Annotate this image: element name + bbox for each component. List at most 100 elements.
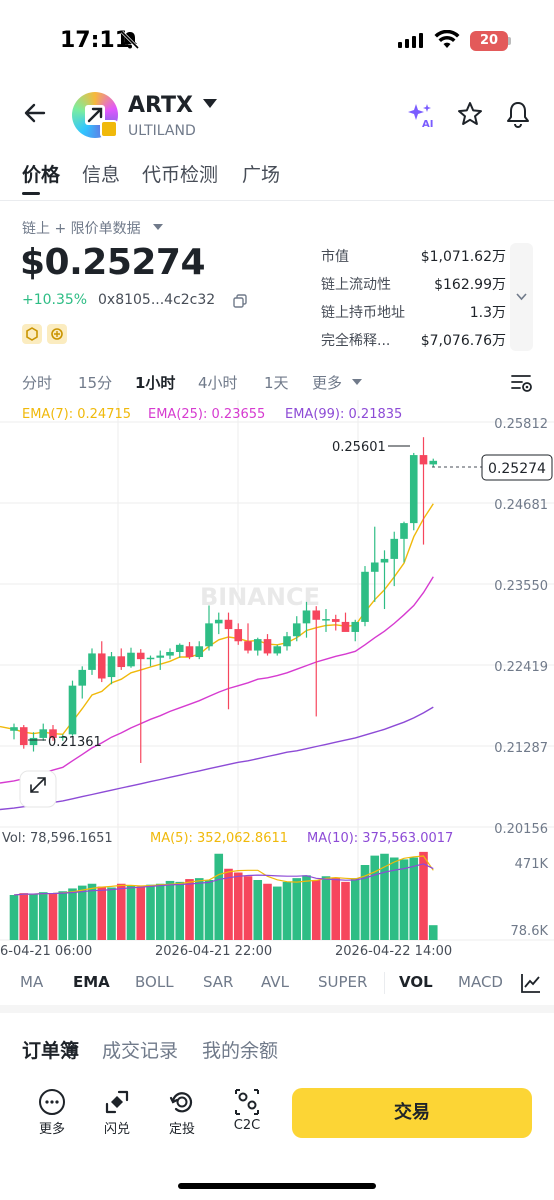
- interval-more[interactable]: 更多: [312, 372, 342, 393]
- ai-sparkle-icon[interactable]: AI: [408, 102, 436, 128]
- ema99-label: EMA(99): 0.21835: [285, 407, 402, 422]
- price-axis-label: 0.22419: [494, 660, 548, 675]
- bsc-chain-badge: [100, 120, 118, 138]
- volume-bar: [175, 881, 185, 940]
- interval-1h[interactable]: 1小时: [135, 372, 175, 393]
- alpha-badge-icon[interactable]: [47, 324, 67, 344]
- stat-label-holders: 链上持币地址: [321, 305, 405, 321]
- volume-bar: [116, 883, 126, 940]
- action-more-label[interactable]: 更多: [30, 1118, 74, 1137]
- volume-bar: [409, 857, 419, 940]
- candle-body: [419, 455, 428, 465]
- signal-icon: [398, 33, 423, 48]
- interval-15m[interactable]: 15分: [78, 372, 112, 393]
- action-swap-label[interactable]: 闪兑: [95, 1118, 139, 1137]
- indicator-divider: [384, 972, 385, 994]
- volume-bar: [185, 879, 194, 940]
- trade-button[interactable]: 交易: [292, 1088, 532, 1138]
- indicator-ma[interactable]: MA: [20, 973, 43, 991]
- stat-label-market-cap: 市值: [321, 249, 349, 265]
- tab-active-underline: [22, 192, 40, 195]
- indicator-boll[interactable]: BOLL: [135, 973, 174, 991]
- bell-off-icon: [120, 30, 140, 50]
- volume-bar: [272, 886, 282, 940]
- volume-bar: [77, 885, 87, 940]
- indicator-sar[interactable]: SAR: [203, 973, 233, 991]
- price-chart[interactable]: BINANCE EMA(7): 0.24715 EMA(25): 0.23655…: [0, 400, 554, 945]
- candle-body: [107, 656, 116, 678]
- chevron-down-icon[interactable]: [510, 243, 533, 351]
- chart-settings-icon[interactable]: [510, 372, 534, 394]
- candle-body: [283, 636, 291, 647]
- volume-bar: [29, 894, 38, 940]
- candle-body: [244, 641, 252, 651]
- current-price: $0.25274: [20, 242, 206, 283]
- battery-indicator: 20: [470, 31, 508, 51]
- copy-icon[interactable]: [233, 294, 247, 308]
- candle-body: [175, 644, 184, 652]
- indicator-vol[interactable]: VOL: [399, 973, 433, 991]
- candle-body: [292, 623, 301, 637]
- volume-bar: [194, 878, 204, 940]
- interval-1d[interactable]: 1天: [264, 372, 289, 393]
- volume-bar: [263, 883, 272, 940]
- candle-body: [117, 656, 126, 668]
- candle-body: [302, 610, 311, 624]
- home-indicator[interactable]: [178, 1183, 376, 1189]
- svg-text:AI: AI: [422, 119, 433, 128]
- stat-value-holders: 1.3万: [469, 305, 506, 321]
- current-price-tag-label: 0.25274: [488, 461, 546, 477]
- stat-value-fdv: $7,076.76万: [420, 333, 506, 349]
- price-change: +10.35%: [22, 292, 88, 308]
- indicator-settings-icon[interactable]: [520, 972, 542, 994]
- chevron-down-icon[interactable]: [203, 99, 217, 108]
- chevron-down-icon[interactable]: [153, 224, 163, 230]
- data-source-selector[interactable]: 链上 + 限价单数据: [22, 218, 141, 238]
- volume-bar: [204, 880, 214, 940]
- interval-4h[interactable]: 4小时: [198, 372, 238, 393]
- candle-body: [322, 619, 330, 621]
- volume-bar: [428, 925, 438, 940]
- battery-tip: [508, 37, 511, 45]
- recurring-icon[interactable]: [168, 1088, 196, 1116]
- stat-label-fdv: 完全稀释...: [321, 333, 391, 349]
- tab-square[interactable]: 广场: [242, 160, 280, 187]
- tab-token-check[interactable]: 代币检测: [142, 160, 218, 187]
- volume-bar: [302, 875, 311, 940]
- action-c2c-label[interactable]: C2C: [225, 1118, 269, 1133]
- wifi-icon: [434, 30, 460, 48]
- bsc-chain-icon[interactable]: [22, 324, 42, 344]
- candle-body: [361, 571, 369, 622]
- action-recurring-label[interactable]: 定投: [160, 1118, 204, 1137]
- price-axis-label: 0.24681: [494, 498, 548, 513]
- token-symbol[interactable]: ARTX: [128, 93, 193, 118]
- interval-time[interactable]: 分时: [22, 372, 52, 393]
- tab-my-balance[interactable]: 我的余额: [202, 1036, 278, 1063]
- c2c-icon[interactable]: [233, 1088, 261, 1116]
- volume-bar: [214, 853, 224, 940]
- tab-info[interactable]: 信息: [82, 160, 120, 187]
- indicator-macd[interactable]: MACD: [458, 973, 503, 991]
- fullscreen-button[interactable]: [19, 770, 57, 808]
- tab-trade-history[interactable]: 成交记录: [102, 1036, 178, 1063]
- candle-body: [39, 729, 48, 738]
- bell-icon[interactable]: [505, 100, 531, 128]
- chevron-down-icon[interactable]: [352, 379, 362, 385]
- indicator-super[interactable]: SUPER: [318, 973, 367, 991]
- vol-label: Vol: 78,596.1651: [2, 831, 113, 846]
- indicator-ema[interactable]: EMA: [73, 973, 110, 991]
- tab-price[interactable]: 价格: [22, 160, 60, 187]
- star-icon[interactable]: [456, 100, 484, 128]
- price-axis-label: 0.25812: [494, 417, 548, 432]
- tab-order-book[interactable]: 订单簿: [22, 1036, 79, 1063]
- volume-bar: [350, 878, 360, 940]
- back-arrow-icon[interactable]: [22, 100, 48, 126]
- vol-axis-label: 471K: [515, 857, 549, 872]
- indicator-avl[interactable]: AVL: [261, 973, 289, 991]
- volume-bar: [19, 893, 29, 940]
- swap-icon[interactable]: [103, 1088, 131, 1116]
- high-price-label: 0.25601: [332, 440, 386, 455]
- more-icon[interactable]: [38, 1088, 66, 1116]
- candle-body: [10, 727, 18, 731]
- stats-expand-button[interactable]: [510, 243, 533, 351]
